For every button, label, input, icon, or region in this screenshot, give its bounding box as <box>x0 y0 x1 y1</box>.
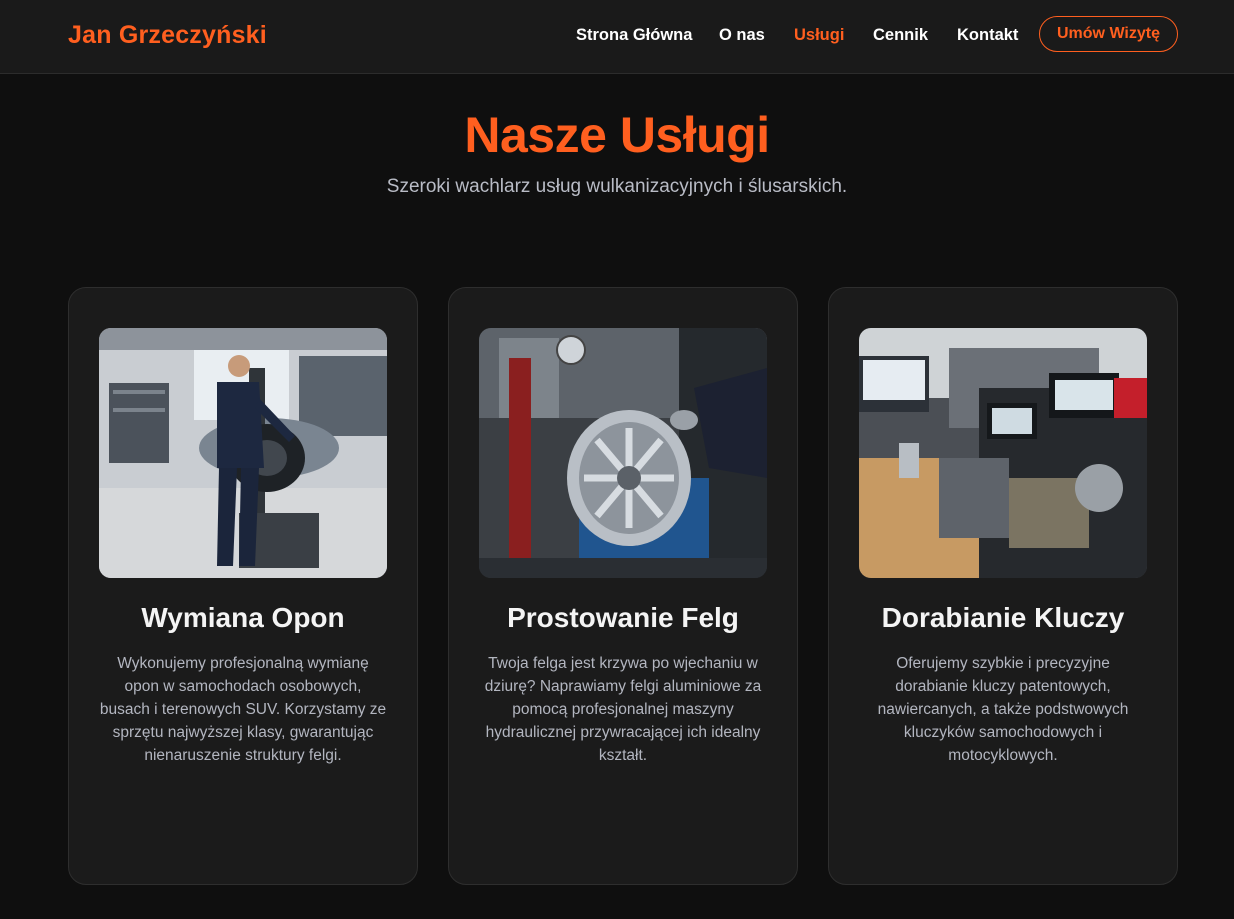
rim-straightening-illustration <box>479 328 767 578</box>
service-card-key-cutting: Dorabianie Kluczy Oferujemy szybkie i pr… <box>828 287 1178 885</box>
page-title: Nasze Usługi <box>464 107 770 163</box>
nav-item-contact[interactable]: Kontakt <box>957 26 1018 45</box>
service-description: Twoja felga jest krzywa po wjechaniu w d… <box>484 655 762 764</box>
rim-straightening-photo <box>479 328 767 578</box>
service-title: Prostowanie Felg <box>507 602 739 633</box>
service-card-tire-change: Wymiana Opon Wykonujemy profesjonalną wy… <box>68 287 418 885</box>
service-title: Wymiana Opon <box>141 602 345 633</box>
page-subtitle: Szeroki wachlarz usług wulkanizacyjnych … <box>386 176 848 197</box>
nav-item-pricing[interactable]: Cennik <box>873 26 928 45</box>
key-cutting-photo <box>859 328 1147 578</box>
key-cutting-illustration <box>859 328 1147 578</box>
tire-change-photo <box>99 328 387 578</box>
tire-change-illustration <box>99 328 387 578</box>
service-title: Dorabianie Kluczy <box>881 602 1125 633</box>
service-description: Wykonujemy profesjonalną wymianę opon w … <box>99 655 387 764</box>
site-header: Jan Grzeczyński Strona Główna O nas Usłu… <box>0 0 1234 74</box>
book-appointment-button[interactable]: Umów Wizytę <box>1039 16 1178 52</box>
service-card-rim-straightening: Prostowanie Felg Twoja felga jest krzywa… <box>448 287 798 885</box>
nav-item-home[interactable]: Strona Główna <box>576 26 692 45</box>
service-description: Oferujemy szybkie i precyzyjne dorabiani… <box>877 655 1129 764</box>
brand-logo[interactable]: Jan Grzeczyński <box>68 21 267 50</box>
nav-item-about[interactable]: O nas <box>719 26 765 45</box>
nav-item-services[interactable]: Usługi <box>794 26 844 45</box>
